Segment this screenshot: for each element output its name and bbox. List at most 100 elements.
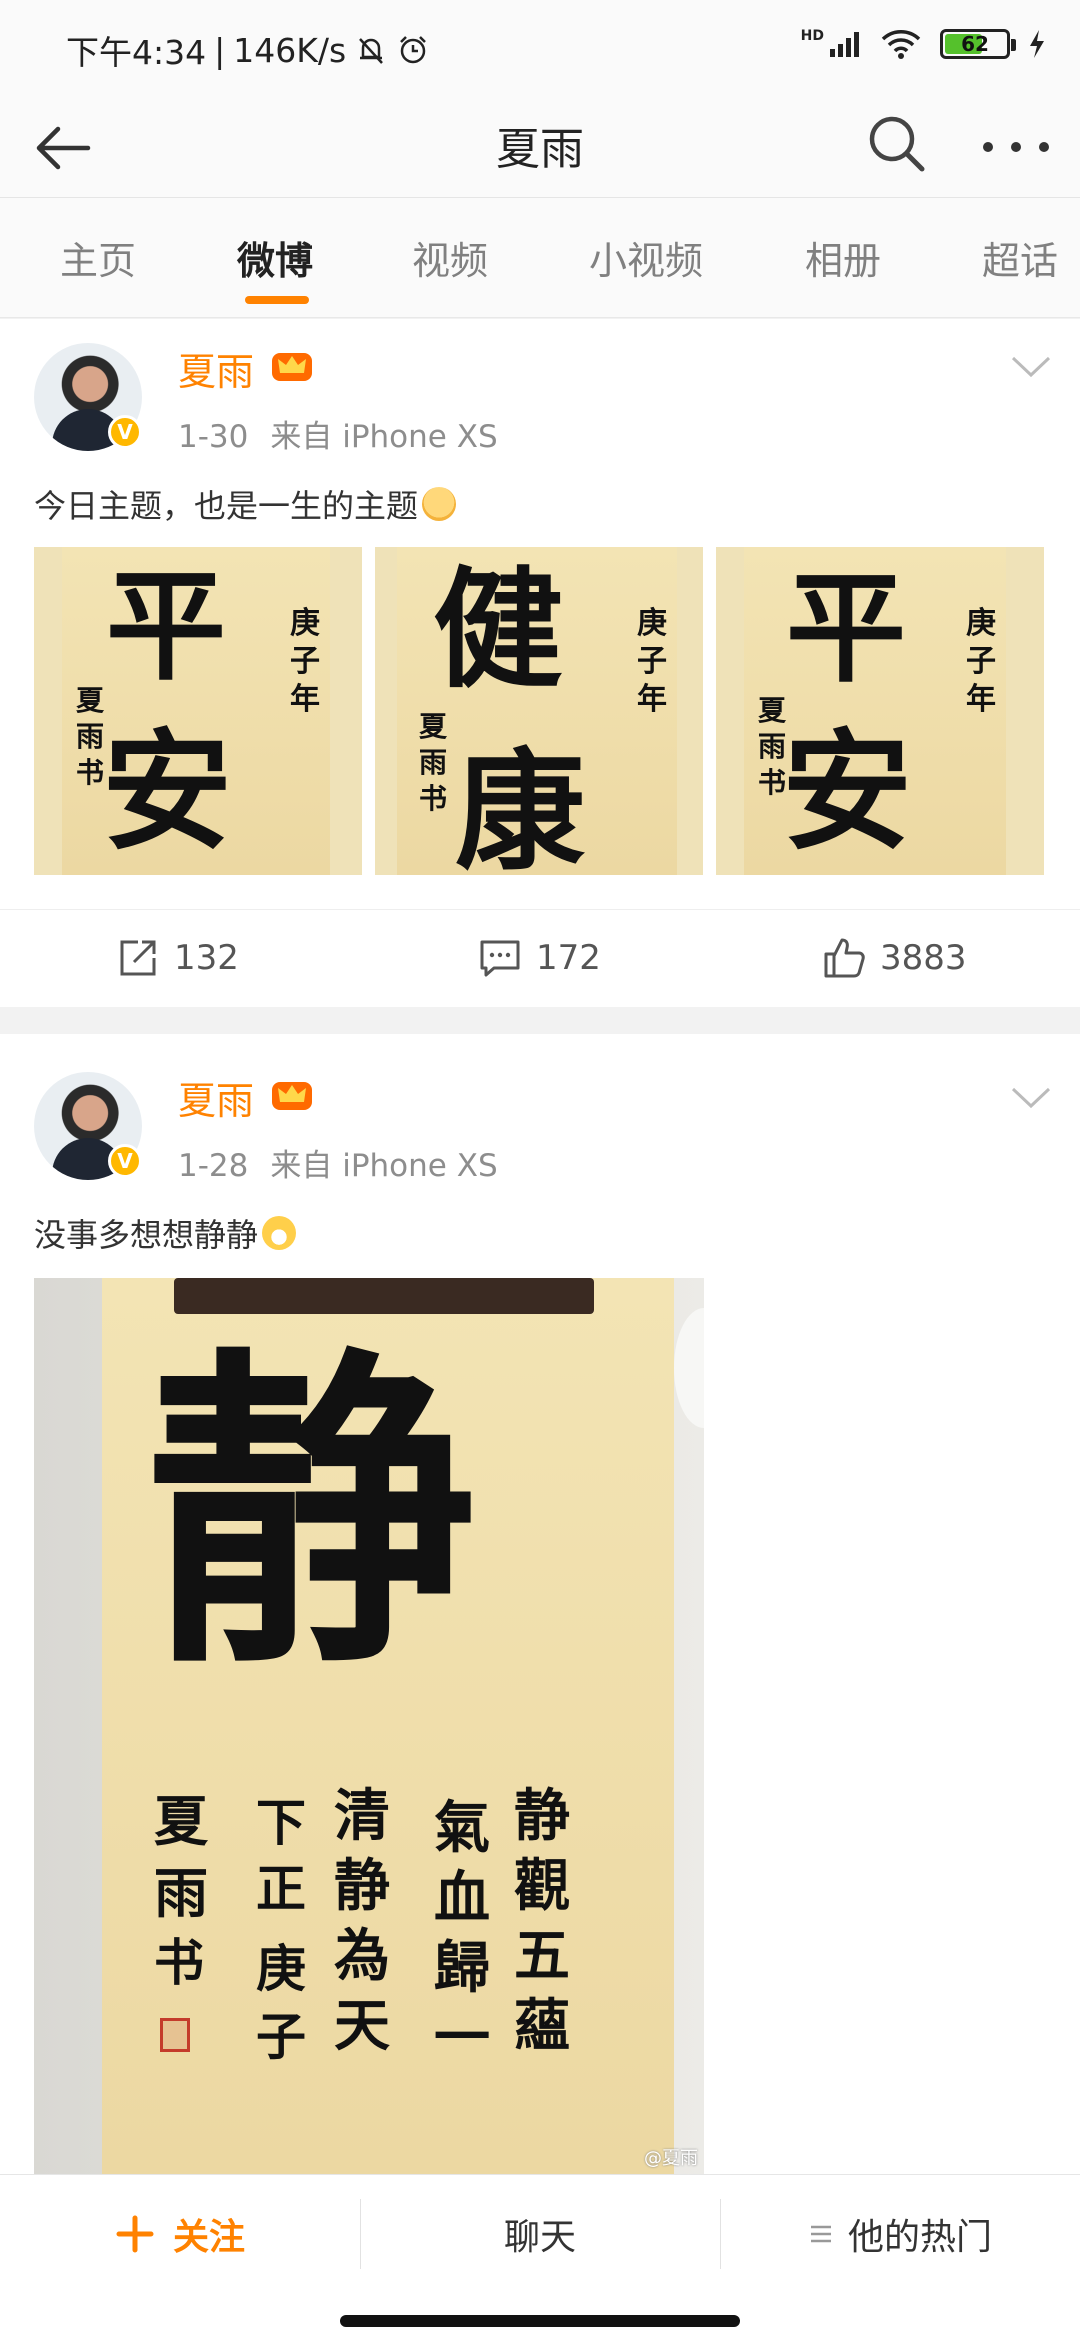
calligraphy-char: 平: [106, 556, 226, 697]
calligraphy-small: 子: [256, 2007, 306, 2066]
charging-icon: [1030, 30, 1044, 58]
follow-button[interactable]: 关注: [0, 2175, 360, 2293]
post-image[interactable]: 健 康 庚 子 年 夏 雨 书: [375, 547, 703, 875]
post-date: 1-30: [178, 419, 249, 455]
calligraphy-small: 子: [966, 644, 996, 679]
comment-count: 172: [536, 938, 601, 978]
thumbs-up-icon: [824, 938, 865, 978]
wifi-icon: [881, 30, 921, 59]
like-button[interactable]: 3883: [822, 910, 967, 1006]
calligraphy-char: 康: [455, 735, 586, 876]
status-left: 下午4:34 | 146K/s: [66, 26, 430, 74]
repost-count: 132: [174, 938, 239, 978]
tab-home[interactable]: 主页: [60, 230, 136, 285]
battery-icon: 62: [940, 29, 1016, 59]
status-time: 下午4:34: [66, 33, 207, 72]
calligraphy-small: 子: [290, 644, 320, 679]
alarm-icon: [400, 36, 427, 64]
comment-icon: [480, 940, 520, 977]
calligraphy-small: 清: [334, 1783, 390, 1849]
chat-label: 聊天: [503, 2217, 576, 2258]
calligraphy-small: 氣: [434, 1795, 490, 1861]
chevron-down-icon[interactable]: [1010, 353, 1052, 381]
post-username[interactable]: 夏雨: [178, 341, 254, 396]
calligraphy-small: 静: [514, 1783, 570, 1849]
plus-icon: [116, 2215, 154, 2253]
post-actions: 132 172 3883: [0, 909, 1080, 1005]
calligraphy-small: 歸: [434, 1935, 490, 2001]
calligraphy-small: 书: [758, 766, 787, 799]
tab-album[interactable]: 相册: [805, 230, 881, 285]
status-bar: 下午4:34 | 146K/s HD 62: [0, 0, 1080, 95]
calligraphy-small: 為: [334, 1923, 390, 1989]
calligraphy-small: 雨: [154, 1861, 208, 1925]
calligraphy-small: 觀: [514, 1853, 570, 1919]
calligraphy-small: 正: [256, 1859, 306, 1918]
post-source: 来自 iPhone XS: [270, 419, 498, 455]
post-text-content: 今日主题，也是一生的主题: [34, 487, 419, 525]
calligraphy-small: 蘊: [514, 1993, 570, 2059]
tab-short-video[interactable]: 小视频: [589, 230, 703, 285]
calligraphy-char: 健: [433, 553, 564, 706]
title-bar: 夏雨: [0, 95, 1080, 198]
seal-stamp: [160, 2018, 190, 2052]
search-icon[interactable]: [864, 111, 930, 177]
post-meta: 1-30 来自 iPhone XS: [178, 411, 520, 456]
post-text: 今日主题，也是一生的主题: [34, 481, 457, 527]
repost-button[interactable]: 132: [116, 910, 239, 1006]
status-right: HD 62: [801, 28, 1046, 60]
post-card[interactable]: V 夏雨 1-30 来自 iPhone XS 今日主题，也是一生的主题 平 安 庚…: [0, 319, 1080, 1007]
hot-posts-button[interactable]: 他的热门: [720, 2175, 1080, 2293]
post-username[interactable]: 夏雨: [178, 1070, 254, 1125]
battery-level: 62: [961, 32, 989, 56]
calligraphy-small: 子: [637, 644, 667, 679]
calligraphy-small: 庚: [966, 606, 996, 641]
hot-label: 他的热门: [847, 2217, 992, 2258]
calligraphy-small: 夏: [758, 694, 787, 727]
calligraphy-small: 夏: [419, 710, 448, 743]
signal-icon: [830, 32, 859, 57]
profile-tabs: 主页 微博 视频 小视频 相册 超话: [0, 198, 1080, 318]
like-count: 3883: [880, 938, 967, 978]
post-image[interactable]: 平 安 庚 子 年 夏 雨 书: [716, 547, 1044, 875]
post-image[interactable]: 平 安 庚 子 年 夏 雨 书: [34, 547, 362, 875]
grin-emoji-icon: [262, 1216, 297, 1250]
more-dots-icon[interactable]: [978, 119, 1054, 175]
calligraphy-small: 天: [334, 1993, 390, 2059]
calligraphy-small: 书: [154, 1933, 204, 1992]
mute-bell-icon: [359, 38, 384, 64]
verified-badge-icon: V: [108, 1144, 142, 1178]
post-card[interactable]: V 夏雨 1-28 来自 iPhone XS 没事多想想静静 静 静 觀 五 蘊 …: [0, 1034, 1080, 2174]
chat-button[interactable]: 聊天: [360, 2175, 720, 2293]
calligraphy-small: 年: [637, 682, 667, 717]
tab-super-topic[interactable]: 超话: [982, 230, 1058, 285]
calligraphy-char: 平: [786, 558, 906, 699]
post-image[interactable]: 静 静 觀 五 蘊 氣 血 歸 一 清 静 為 天 下 正 庚 子 夏 雨 书 …: [34, 1278, 704, 2174]
tab-weibo[interactable]: 微博: [237, 230, 313, 285]
calligraphy-small: 书: [76, 756, 105, 789]
active-tab-indicator: [245, 296, 309, 304]
crown-vip-icon: [272, 353, 312, 381]
calligraphy-small: 一: [434, 2005, 490, 2071]
calligraphy-small: 夏: [154, 1789, 208, 1853]
calligraphy-small: 年: [966, 682, 996, 717]
status-net-speed: 146K/s: [233, 30, 347, 70]
crown-vip-icon: [272, 1082, 312, 1110]
tab-video[interactable]: 视频: [412, 230, 488, 285]
calligraphy-small: 血: [434, 1865, 490, 1931]
image-watermark: @夏雨: [644, 2148, 698, 2169]
calligraphy-small: 雨: [419, 746, 448, 779]
bottom-action-bar: 关注 聊天 他的热门: [0, 2174, 1080, 2340]
calligraphy-char: 安: [782, 715, 913, 868]
calligraphy-small: 年: [290, 682, 320, 717]
pray-emoji-icon: [422, 487, 457, 521]
follow-label: 关注: [172, 2217, 245, 2258]
post-text: 没事多想想静静: [34, 1210, 297, 1256]
calligraphy-small: 下: [256, 1793, 306, 1852]
list-icon: [810, 2225, 831, 2243]
calligraphy-char: 安: [102, 715, 233, 868]
comment-button[interactable]: 172: [478, 910, 601, 1006]
calligraphy-small: 夏: [76, 684, 105, 717]
calligraphy-small: 庚: [637, 606, 667, 641]
chevron-down-icon[interactable]: [1010, 1084, 1052, 1112]
